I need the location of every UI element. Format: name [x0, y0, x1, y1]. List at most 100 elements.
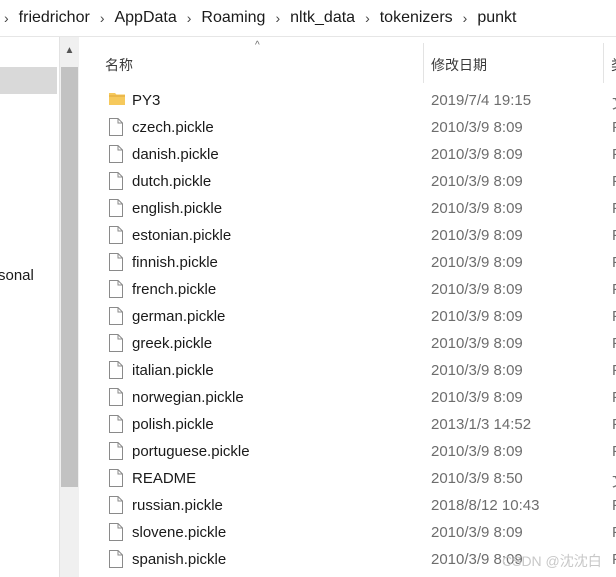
list-item-finnish[interactable]: finnish.pickle 2010/3/9 8:09 P: [79, 249, 616, 276]
list-item-py3[interactable]: PY3 2019/7/4 19:15 文: [79, 87, 616, 114]
breadcrumb-item-nltk-data[interactable]: nltk_data: [290, 9, 355, 27]
list-item-norwegian[interactable]: norwegian.pickle 2010/3/9 8:09 P: [79, 384, 616, 411]
document-icon: [109, 361, 123, 379]
document-icon: [109, 253, 123, 271]
file-type: P: [612, 173, 616, 190]
document-icon: [109, 307, 123, 325]
file-date: 2019/7/4 19:15: [431, 92, 532, 109]
document-icon: [109, 280, 123, 298]
file-type: P: [612, 524, 616, 541]
file-name: slovene.pickle: [132, 524, 227, 541]
list-item-portuguese[interactable]: portuguese.pickle 2010/3/9 8:09 P: [79, 438, 616, 465]
nav-scrollbar-thumb[interactable]: [61, 67, 78, 487]
breadcrumb-separator[interactable]: ›: [100, 10, 105, 26]
document-icon: [109, 550, 123, 568]
nav-selected-item[interactable]: [0, 67, 57, 94]
file-type: P: [612, 416, 616, 433]
list-item-russian[interactable]: russian.pickle 2018/8/12 10:43 P: [79, 492, 616, 519]
file-date: 2010/3/9 8:09: [431, 389, 523, 406]
document-icon: [109, 145, 123, 163]
list-item-readme[interactable]: README 2010/3/9 8:50 文: [79, 465, 616, 492]
scroll-up-arrow-icon[interactable]: ▲: [60, 45, 79, 56]
file-date: 2010/3/9 8:09: [431, 227, 523, 244]
file-name: PY3: [132, 92, 161, 109]
nav-scrollbar[interactable]: ▲: [59, 37, 79, 577]
document-icon: [109, 415, 123, 433]
breadcrumb-separator[interactable]: ›: [463, 10, 468, 26]
breadcrumb-item-punkt[interactable]: punkt: [477, 9, 516, 27]
document-icon: [109, 118, 123, 136]
file-type: P: [612, 308, 616, 325]
file-type: P: [612, 335, 616, 352]
breadcrumb-separator: ›: [4, 10, 9, 26]
breadcrumb-separator[interactable]: ›: [275, 10, 280, 26]
file-name: danish.pickle: [132, 146, 219, 163]
file-date: 2010/3/9 8:09: [431, 200, 523, 217]
document-icon: [109, 172, 123, 190]
file-date: 2010/3/9 8:09: [431, 281, 523, 298]
column-divider[interactable]: [423, 43, 424, 83]
column-header-row: ^ 名称 修改日期 类: [79, 37, 616, 86]
file-date: 2010/3/9 8:50: [431, 470, 523, 487]
folder-icon: [109, 91, 125, 109]
file-type: P: [612, 227, 616, 244]
list-item-slovene[interactable]: slovene.pickle 2010/3/9 8:09 P: [79, 519, 616, 546]
file-name: german.pickle: [132, 308, 226, 325]
list-item-italian[interactable]: italian.pickle 2010/3/9 8:09 P: [79, 357, 616, 384]
document-icon: [109, 388, 123, 406]
breadcrumb-item-appdata[interactable]: AppData: [114, 9, 176, 27]
file-type: P: [612, 551, 616, 568]
file-name: spanish.pickle: [132, 551, 227, 568]
sort-ascending-icon: ^: [255, 40, 260, 51]
list-item-czech[interactable]: czech.pickle 2010/3/9 8:09 P: [79, 114, 616, 141]
file-type: P: [612, 119, 616, 136]
address-breadcrumb: › friedrichor › AppData › Roaming › nltk…: [0, 0, 616, 37]
file-date: 2010/3/9 8:09: [431, 362, 523, 379]
file-name: dutch.pickle: [132, 173, 212, 190]
breadcrumb-item-roaming[interactable]: Roaming: [201, 9, 265, 27]
list-item-english[interactable]: english.pickle 2010/3/9 8:09 P: [79, 195, 616, 222]
file-list: ^ 名称 修改日期 类 PY3 2019/7/4 19:15 文 czech.p…: [79, 37, 616, 577]
document-icon: [109, 226, 123, 244]
file-date: 2010/3/9 8:09: [431, 119, 523, 136]
column-header-date-modified[interactable]: 修改日期: [431, 55, 487, 75]
nav-item-personal[interactable]: sonal: [0, 267, 34, 284]
list-item-dutch[interactable]: dutch.pickle 2010/3/9 8:09 P: [79, 168, 616, 195]
document-icon: [109, 469, 123, 487]
column-divider[interactable]: [603, 43, 604, 83]
file-name: estonian.pickle: [132, 227, 232, 244]
file-date: 2010/3/9 8:09: [431, 335, 523, 352]
file-type: P: [612, 200, 616, 217]
file-date: 2010/3/9 8:09: [431, 146, 523, 163]
list-item-german[interactable]: german.pickle 2010/3/9 8:09 P: [79, 303, 616, 330]
list-item-estonian[interactable]: estonian.pickle 2010/3/9 8:09 P: [79, 222, 616, 249]
file-name: polish.pickle: [132, 416, 214, 433]
breadcrumb-item-tokenizers[interactable]: tokenizers: [380, 9, 453, 27]
file-name: czech.pickle: [132, 119, 214, 136]
column-header-type[interactable]: 类: [611, 55, 616, 75]
file-type: 文: [612, 470, 616, 491]
file-date: 2010/3/9 8:09: [431, 254, 523, 271]
breadcrumb-item-friedrichor[interactable]: friedrichor: [19, 9, 90, 27]
file-date: 2013/1/3 14:52: [431, 416, 532, 433]
list-item-danish[interactable]: danish.pickle 2010/3/9 8:09 P: [79, 141, 616, 168]
breadcrumb-separator[interactable]: ›: [365, 10, 370, 26]
file-name: portuguese.pickle: [132, 443, 250, 460]
file-type: P: [612, 146, 616, 163]
list-item-french[interactable]: french.pickle 2010/3/9 8:09 P: [79, 276, 616, 303]
document-icon: [109, 523, 123, 541]
file-name: italian.pickle: [132, 362, 214, 379]
list-item-greek[interactable]: greek.pickle 2010/3/9 8:09 P: [79, 330, 616, 357]
file-type: P: [612, 254, 616, 271]
file-date: 2010/3/9 8:09: [431, 524, 523, 541]
file-rows: PY3 2019/7/4 19:15 文 czech.pickle 2010/3…: [79, 87, 616, 573]
file-date: 2010/3/9 8:09: [431, 173, 523, 190]
document-icon: [109, 199, 123, 217]
file-name: finnish.pickle: [132, 254, 218, 271]
file-name: french.pickle: [132, 281, 217, 298]
list-item-polish[interactable]: polish.pickle 2013/1/3 14:52 P: [79, 411, 616, 438]
breadcrumb-separator[interactable]: ›: [187, 10, 192, 26]
file-type: P: [612, 497, 616, 514]
column-header-name[interactable]: 名称: [105, 55, 133, 75]
file-type: P: [612, 389, 616, 406]
